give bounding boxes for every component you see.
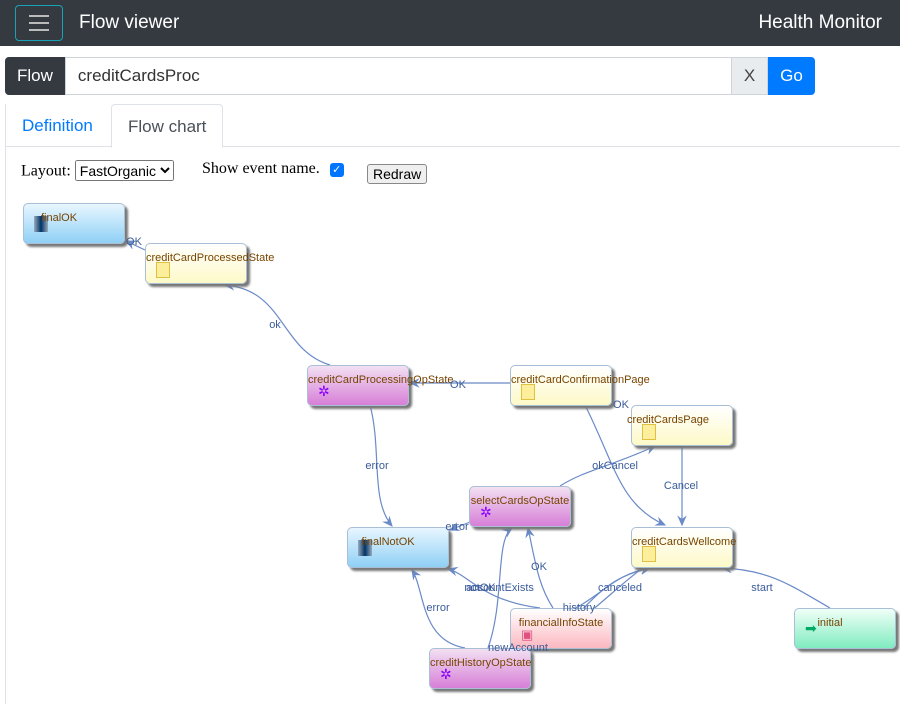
edge-label: newAccount — [488, 642, 548, 654]
subflow-icon: ▣ — [521, 627, 534, 642]
edge-label: Cancel — [663, 480, 699, 492]
edge-label: start — [751, 582, 773, 594]
edge-label: error — [426, 602, 450, 614]
page-icon — [521, 384, 535, 400]
node-finalok[interactable]: finalOK — [23, 203, 125, 244]
edge-label: ok — [269, 319, 281, 331]
node-creditcardprocessingopstate[interactable]: ✲ creditCardProcessingOpState — [307, 365, 454, 406]
node-credithistoryopstate[interactable]: ✲ creditHistoryOpState — [429, 648, 531, 689]
node-creditcardconfirmationpage[interactable]: creditCardConfirmationPage — [510, 365, 650, 406]
node-creditcardprocessedstate[interactable]: creditCardProcessedState — [145, 243, 274, 284]
page-icon — [156, 262, 170, 278]
node-creditcardspage[interactable]: creditCardsPage — [627, 405, 733, 446]
gear-icon: ✲ — [318, 383, 330, 399]
node-initial[interactable]: ➡ initial — [794, 608, 896, 649]
node-selectcardsopstate[interactable]: ✲ selectCardsOpState — [469, 486, 571, 527]
edge-label: accountExists — [466, 582, 534, 594]
page-icon — [642, 424, 656, 440]
gear-icon: ✲ — [480, 504, 492, 520]
node-finalnotok[interactable]: finalNotOK — [347, 527, 449, 568]
edge-label: OK — [450, 379, 466, 391]
edge-label: canceled — [597, 582, 643, 594]
edge-label: OK — [531, 561, 547, 573]
edge-label: OK — [613, 399, 629, 411]
gear-icon: ✲ — [440, 666, 452, 682]
edge-label: error — [365, 460, 389, 472]
edge-label: error — [445, 521, 469, 533]
node-creditcardswellcome[interactable]: creditCardsWellcome — [631, 527, 736, 568]
page-icon — [642, 546, 656, 562]
edge-label: history — [562, 602, 596, 614]
edge-label: OK — [126, 236, 142, 248]
edge-label: okCancel — [592, 460, 638, 472]
edge-start — [720, 563, 831, 609]
